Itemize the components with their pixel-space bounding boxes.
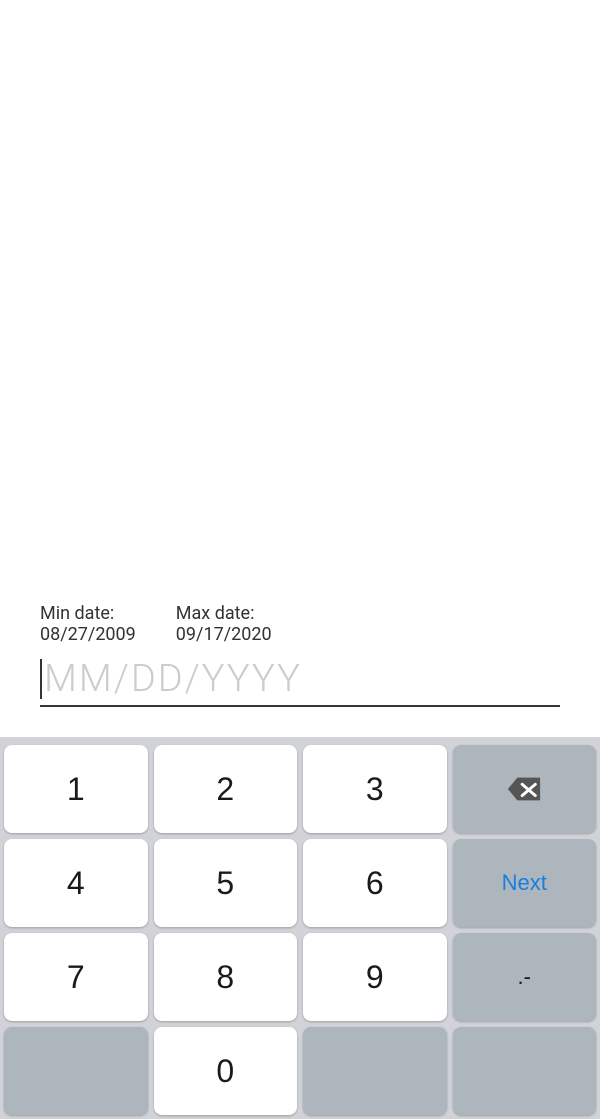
key-empty-far-right [453,1027,597,1115]
keyboard-row-4: 0 [4,1027,596,1115]
date-info: Min date: 08/27/2009 Max date: 09/17/202… [40,603,560,645]
key-0[interactable]: 0 [154,1027,298,1115]
key-1[interactable]: 1 [4,745,148,833]
max-date-value: 09/17/2020 [176,624,272,645]
keyboard-row-1: 1 2 3 [4,745,596,833]
date-placeholder: MM/DD/YYYY [44,657,302,701]
key-4[interactable]: 4 [4,839,148,927]
keyboard-section: 1 2 3 4 5 6 Next 7 8 9 .- 0 [0,737,600,1119]
key-8[interactable]: 8 [154,933,298,1021]
next-button[interactable]: Next [453,839,597,927]
key-9[interactable]: 9 [303,933,447,1021]
key-3[interactable]: 3 [303,745,447,833]
delete-icon [506,775,542,803]
min-date-label: Min date: [40,603,114,624]
key-2[interactable]: 2 [154,745,298,833]
cursor-bar [40,659,42,699]
keyboard-row-2: 4 5 6 Next [4,839,596,927]
delete-button[interactable] [453,745,597,833]
date-input-display[interactable]: MM/DD/YYYY [40,657,560,707]
max-date-group: Max date: 09/17/2020 [176,603,272,645]
keyboard-row-3: 7 8 9 .- [4,933,596,1021]
key-empty-left [4,1027,148,1115]
key-6[interactable]: 6 [303,839,447,927]
symbol-button[interactable]: .- [453,933,597,1021]
min-date-group: Min date: 08/27/2009 [40,603,136,645]
key-7[interactable]: 7 [4,933,148,1021]
max-date-label: Max date: [176,603,255,624]
key-5[interactable]: 5 [154,839,298,927]
key-empty-right [303,1027,447,1115]
min-date-value: 08/27/2009 [40,624,136,645]
top-section: Min date: 08/27/2009 Max date: 09/17/202… [0,0,600,737]
